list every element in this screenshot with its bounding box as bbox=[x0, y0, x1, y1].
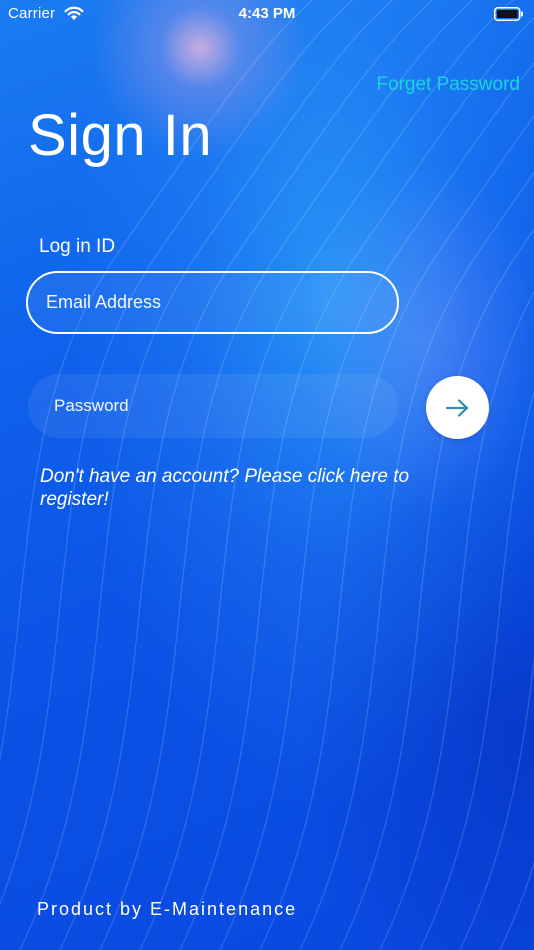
email-field[interactable] bbox=[26, 271, 399, 334]
battery-icon bbox=[494, 7, 523, 21]
status-time: 4:43 PM bbox=[238, 5, 296, 22]
login-id-label: Log in ID bbox=[39, 236, 116, 257]
arrow-right-icon bbox=[445, 398, 468, 417]
password-input[interactable] bbox=[28, 374, 398, 438]
register-link[interactable]: Don't have an account? Please click here… bbox=[40, 465, 440, 511]
footer-product-text: Product by E-Maintenance bbox=[37, 899, 298, 919]
forget-password-link[interactable]: Forget Password bbox=[376, 74, 520, 96]
submit-button[interactable] bbox=[426, 376, 489, 439]
email-input[interactable] bbox=[28, 273, 397, 332]
status-bar: Carrier 4:43 PM bbox=[0, 0, 534, 28]
password-field[interactable] bbox=[28, 374, 398, 438]
page-title: Sign In bbox=[28, 102, 213, 168]
